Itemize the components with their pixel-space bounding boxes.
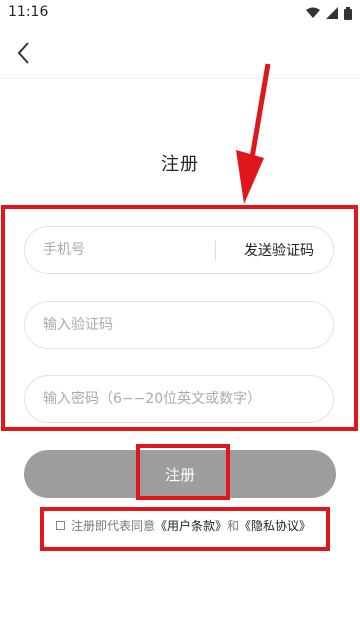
annotation-box-register	[136, 444, 230, 500]
annotation-box-agreement	[40, 507, 330, 551]
annotation-box-form	[1, 205, 358, 431]
